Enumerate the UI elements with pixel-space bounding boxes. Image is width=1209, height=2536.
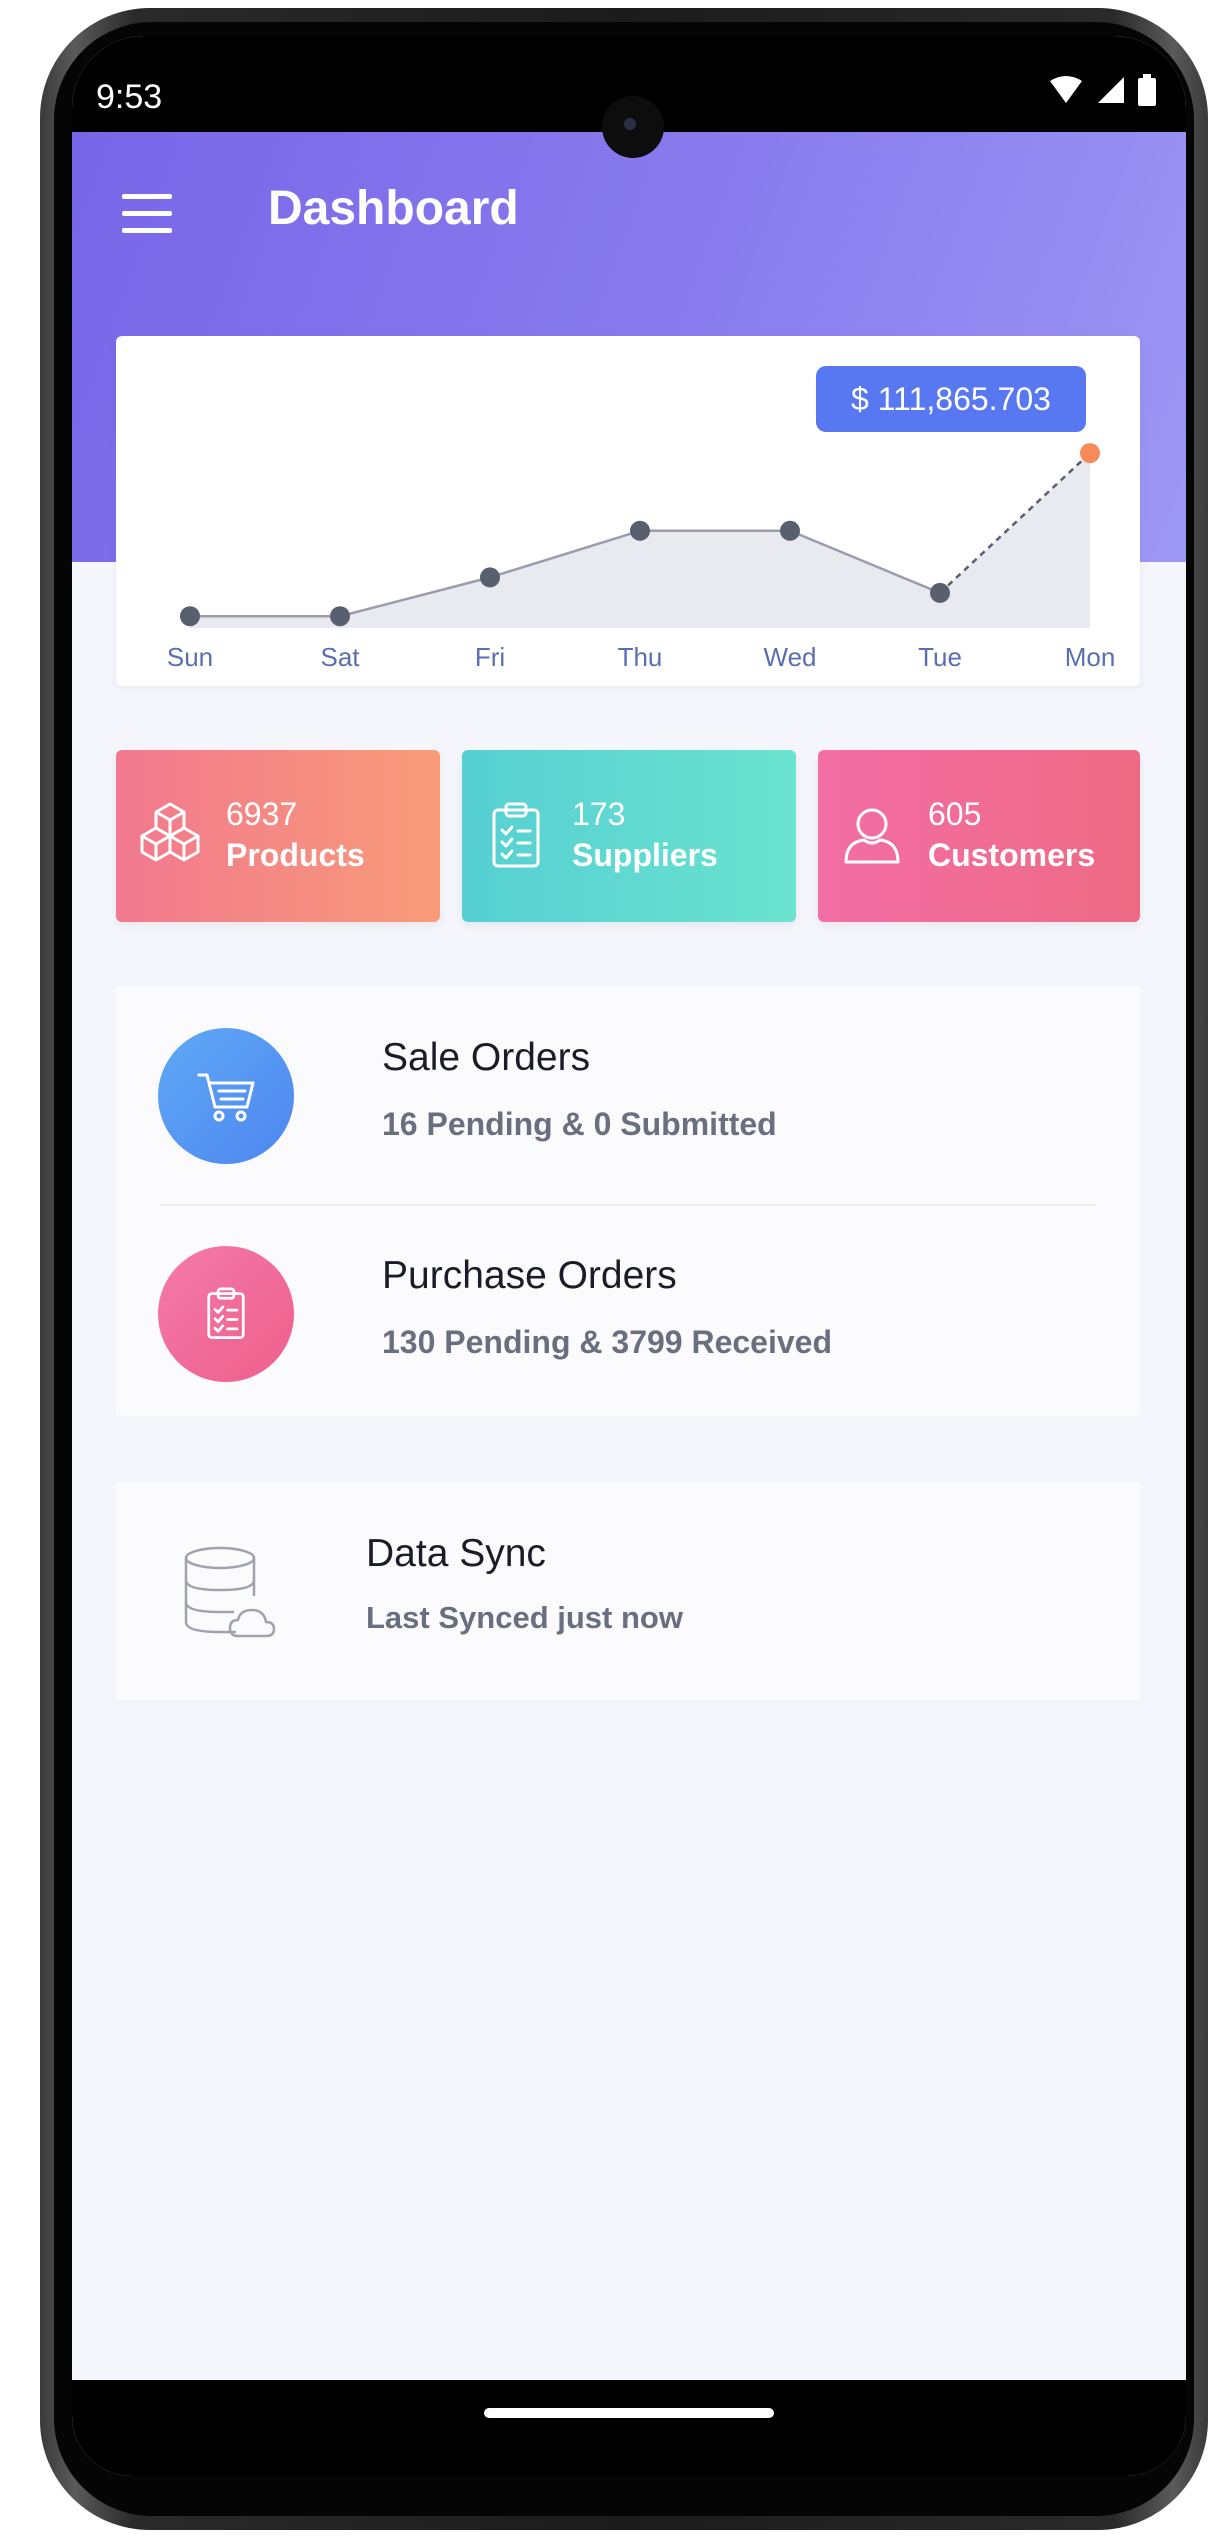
sale-orders-icon-circle (158, 1028, 294, 1164)
purchase-orders-title: Purchase Orders (382, 1254, 677, 1297)
suppliers-label: Suppliers (572, 837, 718, 873)
signal-icon (1098, 77, 1124, 103)
user-icon (844, 808, 900, 864)
x-tick-label: Fri (475, 642, 505, 672)
products-label: Products (226, 837, 365, 873)
status-time: 9:53 (96, 78, 163, 116)
clipboard-check-icon (207, 1287, 245, 1339)
navigation-bar (72, 2380, 1186, 2476)
clipboard-icon (492, 802, 540, 868)
customers-card[interactable]: 605 Customers (818, 750, 1140, 922)
chart-point-mon[interactable] (1080, 443, 1100, 464)
sale-orders-row[interactable]: Sale Orders 16 Pending & 0 Submitted (116, 986, 1140, 1186)
purchase-orders-icon-circle (158, 1246, 294, 1382)
chart-point-thu[interactable] (630, 520, 650, 541)
suppliers-card[interactable]: 173 Suppliers (462, 750, 796, 922)
purchase-orders-row[interactable]: Purchase Orders 130 Pending & 3799 Recei… (116, 1206, 1140, 1406)
sale-orders-title: Sale Orders (382, 1036, 591, 1079)
suppliers-count: 173 (572, 796, 626, 832)
chart-point-sat[interactable] (330, 606, 350, 627)
products-card[interactable]: 6937 Products (116, 750, 440, 922)
customers-count: 605 (928, 796, 982, 832)
data-sync-title: Data Sync (366, 1532, 546, 1575)
front-camera (602, 96, 664, 158)
cubes-icon (140, 802, 200, 862)
x-tick-label: Sun (167, 642, 213, 672)
page-title: Dashboard (268, 182, 519, 235)
x-tick-label: Tue (918, 642, 962, 672)
x-tick-label: Thu (618, 642, 663, 672)
database-cloud-icon (184, 1546, 276, 1638)
wifi-icon (1050, 76, 1082, 103)
products-count: 6937 (226, 796, 298, 832)
status-icons (1048, 74, 1156, 106)
orders-card: Sale Orders 16 Pending & 0 Submitted Pur… (116, 986, 1140, 1416)
chart-point-wed[interactable] (780, 520, 800, 541)
data-sync-subtitle: Last Synced just now (366, 1600, 683, 1635)
total-amount-badge: $ 111,865.703 (816, 366, 1086, 432)
chart-point-fri[interactable] (480, 567, 500, 588)
home-gesture-bar[interactable] (484, 2408, 774, 2418)
cart-icon (197, 1073, 255, 1122)
data-sync-card[interactable]: Data Sync Last Synced just now (116, 1482, 1140, 1700)
battery-icon (1138, 74, 1156, 106)
chart-point-sun[interactable] (180, 606, 200, 627)
x-tick-label: Sat (320, 642, 360, 672)
chart-point-tue[interactable] (930, 582, 950, 603)
customers-label: Customers (928, 837, 1096, 873)
menu-icon[interactable] (122, 194, 172, 234)
x-tick-label: Mon (1065, 642, 1116, 672)
app-screen: 9:53 Dashboard Sun Sat Fri Thu Wed Tue Mon $ 1… (72, 36, 1186, 2476)
x-tick-label: Wed (764, 642, 817, 672)
sale-orders-subtitle: 16 Pending & 0 Submitted (382, 1106, 777, 1142)
purchase-orders-subtitle: 130 Pending & 3799 Received (382, 1324, 832, 1360)
